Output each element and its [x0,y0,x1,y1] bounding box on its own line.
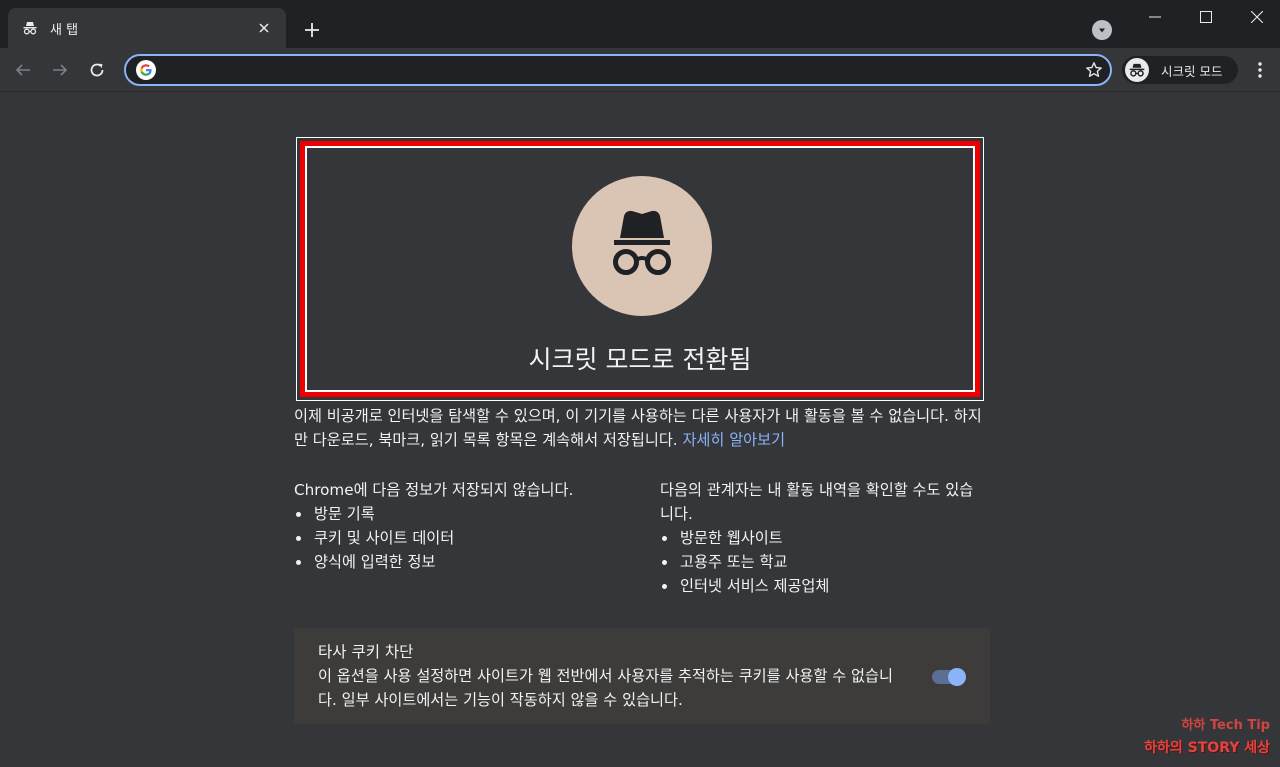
incognito-icon [572,176,712,316]
watermark-line-2: 하하의 STORY 세상 [1144,740,1270,756]
kebab-menu-icon[interactable] [1250,58,1270,82]
page-title: 시크릿 모드로 전환됨 [528,345,752,374]
maximize-icon[interactable] [1181,0,1231,34]
incognito-icon [22,20,38,36]
close-icon[interactable] [254,18,274,38]
tab-title: 새 탭 [50,22,79,38]
list-item: 방문 기록 [294,502,624,526]
visible-to-heading: 다음의 관계자는 내 활동 내역을 확인할 수도 있습니다. [660,481,974,523]
arrow-right-icon[interactable] [46,56,74,84]
plus-icon[interactable] [298,16,326,44]
list-item: 쿠키 및 사이트 데이터 [294,526,624,550]
block-cookies-toggle[interactable] [930,668,970,686]
list-item: 고용주 또는 학교 [660,550,984,574]
search-input[interactable] [166,62,1078,78]
address-bar[interactable] [124,54,1112,86]
list-item: 방문한 웹사이트 [660,526,984,550]
profile-label: 시크릿 모드 [1161,63,1223,79]
cookie-controls-description: 이 옵션을 사용 설정하면 사이트가 웹 전반에서 사용자를 추적하는 쿠키를 … [318,667,893,709]
watermark-line-1: 하하 Tech Tip [1181,718,1270,733]
not-saved-heading: Chrome에 다음 정보가 저장되지 않습니다. [294,481,574,499]
minimize-icon[interactable] [1130,0,1180,34]
arrow-left-icon[interactable] [9,56,37,84]
list-item: 인터넷 서비스 제공업체 [660,574,984,598]
incognito-avatar-icon [1125,58,1149,82]
close-window-icon[interactable] [1232,0,1280,34]
reload-icon[interactable] [83,56,111,84]
tab-search-icon[interactable] [1092,20,1112,40]
toolbar: 시크릿 모드 [0,48,1280,92]
learn-more-link[interactable]: 자세히 알아보기 [682,431,785,449]
incognito-description: 이제 비공개로 인터넷을 탐색할 수 있으며, 이 기기를 사용하는 다른 사용… [294,404,984,452]
watermark: 하하 Tech Tip 하하의 STORY 세상 [1144,715,1270,759]
tab-new-tab[interactable]: 새 탭 [8,8,286,48]
visible-to-list: 방문한 웹사이트 고용주 또는 학교 인터넷 서비스 제공업체 [660,526,984,598]
not-saved-list: 방문 기록 쿠키 및 사이트 데이터 양식에 입력한 정보 [294,502,624,574]
cookie-controls-card: 타사 쿠키 차단 이 옵션을 사용 설정하면 사이트가 웹 전반에서 사용자를 … [294,628,990,724]
profile-button[interactable]: 시크릿 모드 [1122,56,1238,84]
description-text: 이제 비공개로 인터넷을 탐색할 수 있으며, 이 기기를 사용하는 다른 사용… [294,407,982,449]
tab-strip: 새 탭 [0,0,1280,48]
list-item: 양식에 입력한 정보 [294,550,624,574]
visible-to-section: 다음의 관계자는 내 활동 내역을 확인할 수도 있습니다. 방문한 웹사이트 … [660,478,984,598]
star-icon[interactable] [1078,61,1110,79]
cookie-controls-title: 타사 쿠키 차단 [318,643,414,661]
google-icon [136,60,156,80]
not-saved-section: Chrome에 다음 정보가 저장되지 않습니다. 방문 기록 쿠키 및 사이트… [294,478,624,574]
